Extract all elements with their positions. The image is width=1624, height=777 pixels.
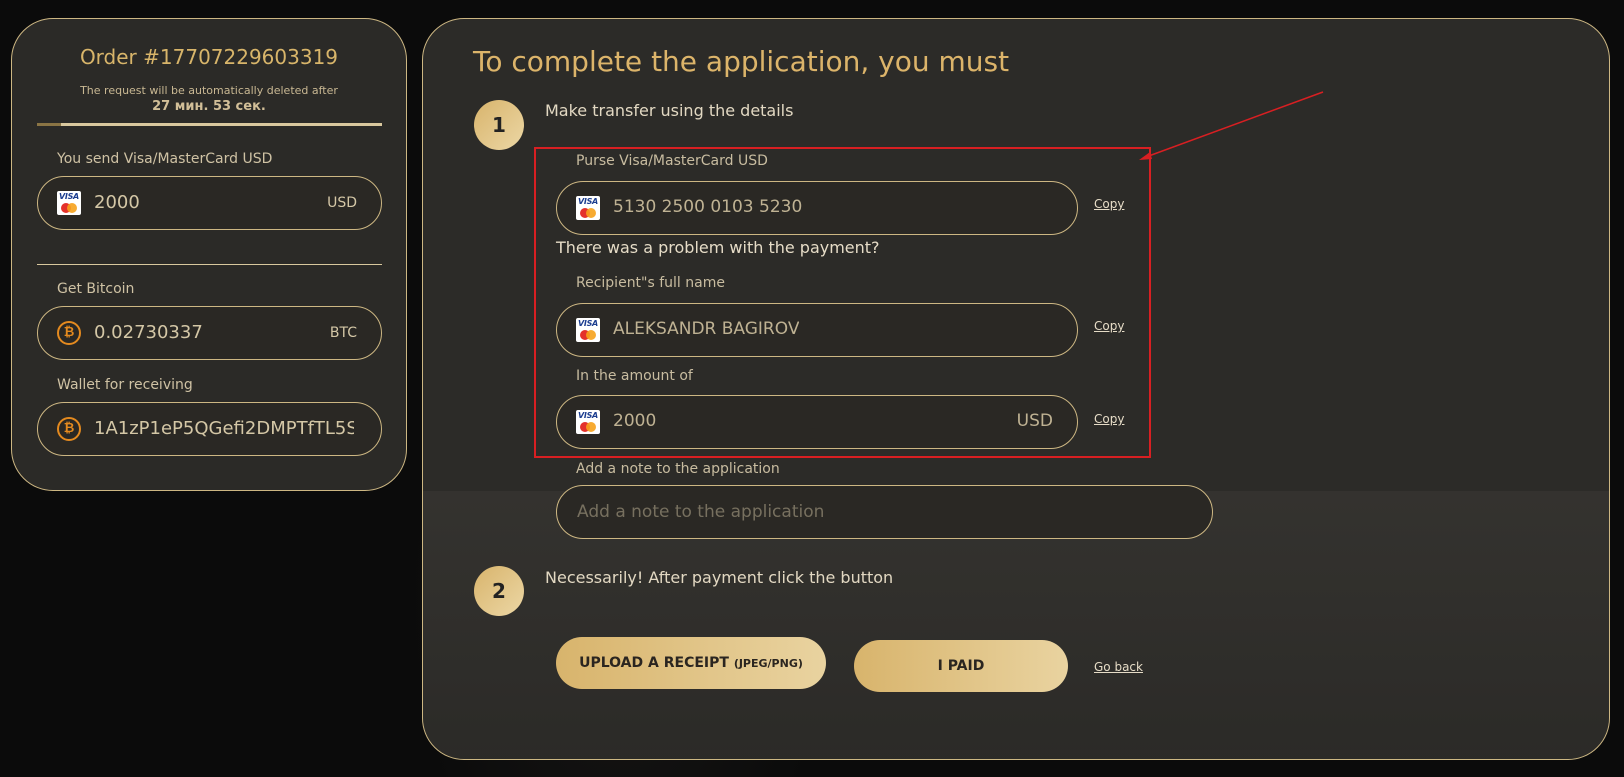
annotation-arrow-icon <box>1139 91 1324 160</box>
